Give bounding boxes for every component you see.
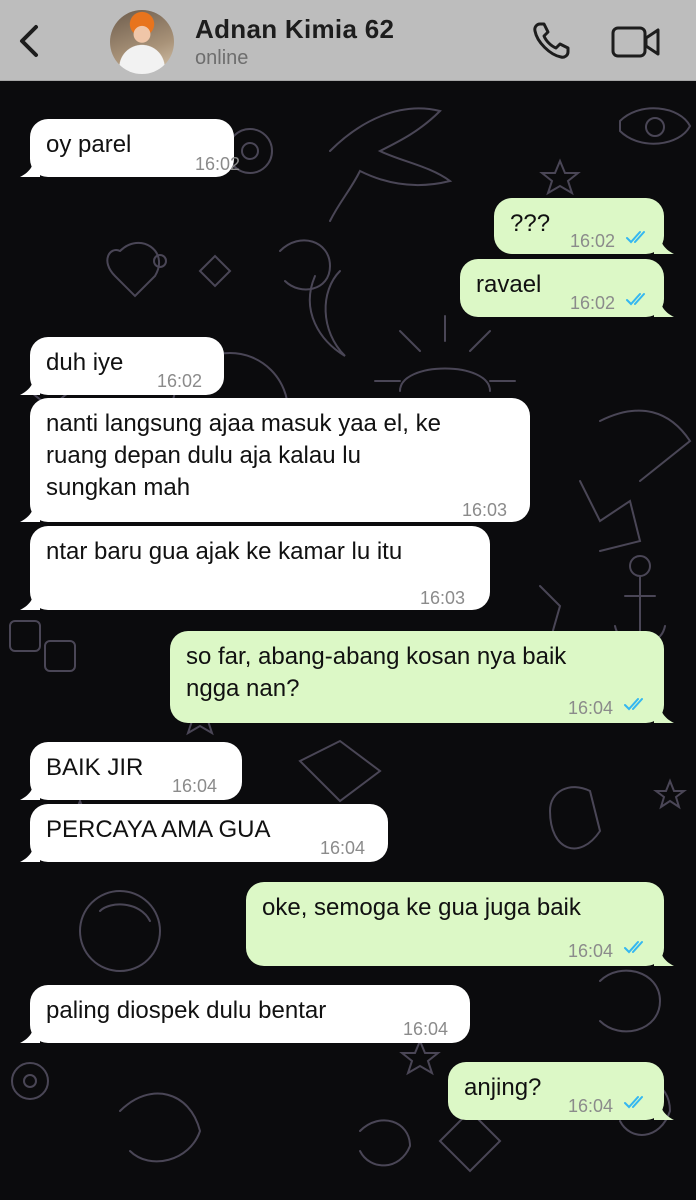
incoming-message[interactable]: oy parel 16:02 [20,119,240,177]
bubble-tail [20,375,40,395]
incoming-message[interactable]: duh iye 16:02 [20,337,224,395]
bubble-tail [654,234,674,254]
read-receipt-icon [624,698,643,711]
contact-name[interactable]: Adnan Kimia 62 [195,14,394,45]
incoming-message[interactable]: nanti langsung ajaa masuk yaa el, ke rua… [20,398,530,522]
message-text: oke, semoga ke gua juga baik [262,894,581,921]
bubble-tail [20,502,40,522]
bubble-tail [654,946,674,966]
message-time: 16:02 [157,371,203,391]
message-time: 16:04 [403,1019,449,1039]
contact-status: online [195,47,249,69]
outgoing-message[interactable]: oke, semoga ke gua juga baik 16:04 [246,882,674,966]
message-time: 16:04 [320,838,366,858]
message-text: so far, abang-abang kosan nya baik ngga … [186,643,567,702]
message-text: BAIK JIR [46,754,144,781]
outgoing-message[interactable]: so far, abang-abang kosan nya baik ngga … [170,631,674,723]
message-text: ntar baru gua ajak ke kamar lu itu [46,538,403,565]
outgoing-message[interactable]: ??? 16:02 [494,198,674,254]
message-text: paling diospek dulu bentar [46,997,327,1024]
video-camera-icon[interactable] [610,24,662,60]
bubble-tail [20,1023,40,1043]
bubble-tail [20,157,40,177]
message-time: 16:03 [462,500,508,520]
read-receipt-icon [626,231,645,244]
bubble-tail [654,297,674,317]
chevron-left-icon[interactable] [14,24,44,58]
message-text: duh iye [46,349,124,376]
message-time: 16:02 [570,231,616,251]
read-receipt-icon [624,941,643,954]
incoming-message[interactable]: BAIK JIR 16:04 [20,742,242,800]
message-time: 16:04 [568,941,614,961]
incoming-message[interactable]: PERCAYA AMA GUA 16:04 [20,804,388,862]
message-time: 16:04 [568,698,614,718]
message-time: 16:04 [568,1096,614,1116]
bubble-tail [20,842,40,862]
phone-icon[interactable] [530,20,572,62]
bubble-tail [20,590,40,610]
bubble-tail [654,703,674,723]
incoming-message[interactable]: ntar baru gua ajak ke kamar lu itu 16:03 [20,526,490,610]
incoming-message[interactable]: paling diospek dulu bentar 16:04 [20,985,470,1043]
contact-avatar[interactable] [110,10,174,74]
message-time: 16:02 [570,293,616,313]
message-time: 16:02 [195,154,241,174]
chat-header: Adnan Kimia 62 online [0,0,696,81]
message-text: oy parel [46,131,132,158]
outgoing-message[interactable]: ravael 16:02 [460,259,674,317]
bubble-tail [654,1100,674,1120]
message-text: nanti langsung ajaa masuk yaa el, ke rua… [46,410,441,501]
bubble-tail [20,780,40,800]
message-text: anjing? [464,1074,542,1101]
message-text: ravael [476,271,542,298]
message-time: 16:03 [420,588,466,608]
message-text: PERCAYA AMA GUA [46,816,271,843]
read-receipt-icon [624,1096,643,1109]
read-receipt-icon [626,293,645,306]
outgoing-message[interactable]: anjing? 16:04 [448,1062,674,1120]
message-text: ??? [510,210,551,237]
message-time: 16:04 [172,776,218,796]
